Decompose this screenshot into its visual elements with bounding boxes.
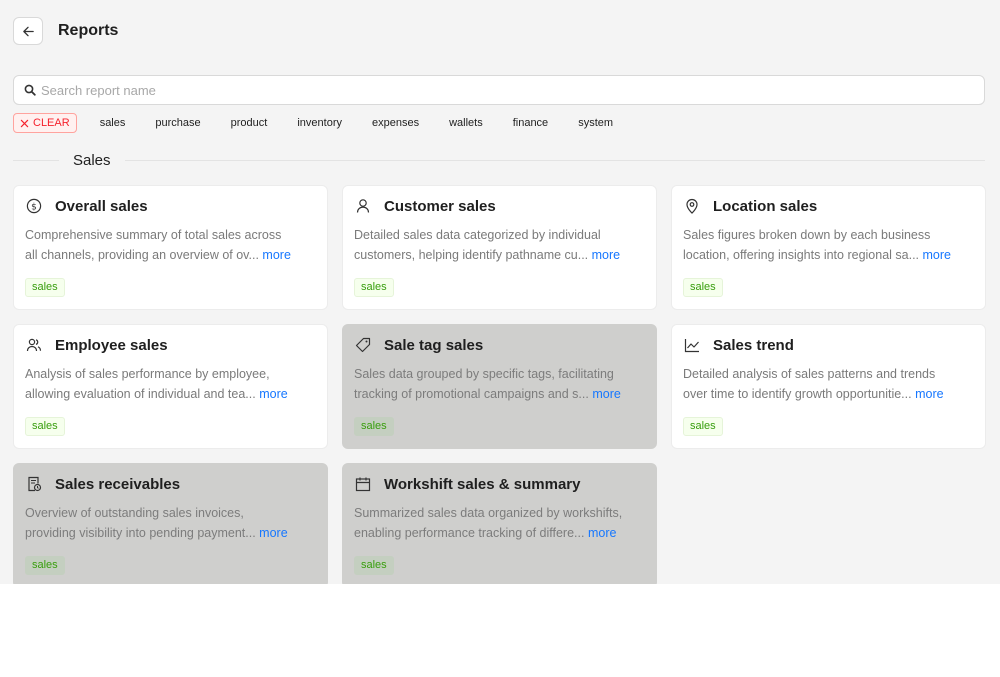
reports-page: Reports CLEAR sales purchase product inv…	[0, 0, 1000, 584]
filter-tag-finance[interactable]: finance	[513, 117, 548, 129]
more-link[interactable]: more	[915, 387, 943, 401]
card-description: Analysis of sales performance by employe…	[25, 367, 288, 401]
report-card-sales-receivables[interactable]: Sales receivables Overview of outstandin…	[13, 463, 328, 584]
more-link[interactable]: more	[259, 387, 287, 401]
dollar-circle-icon: $	[25, 197, 43, 215]
category-badge: sales	[683, 278, 723, 297]
divider-line	[124, 159, 985, 161]
page-header: Reports	[13, 17, 118, 45]
filter-tag-inventory[interactable]: inventory	[297, 117, 342, 129]
filter-tag-system[interactable]: system	[578, 117, 613, 129]
search-box[interactable]	[13, 75, 985, 105]
card-description: Detailed sales data categorized by indiv…	[354, 228, 621, 262]
category-badge: sales	[25, 278, 65, 297]
report-card-sales-trend[interactable]: Sales trend Detailed analysis of sales p…	[671, 324, 986, 449]
card-description: Summarized sales data organized by works…	[354, 506, 623, 540]
card-description: Detailed analysis of sales patterns and …	[683, 367, 944, 401]
filter-bar: CLEAR sales purchase product inventory e…	[13, 113, 613, 133]
card-title: Employee sales	[55, 336, 168, 354]
clear-label: CLEAR	[33, 117, 70, 129]
category-badge: sales	[683, 417, 723, 436]
svg-text:$: $	[31, 202, 37, 212]
more-link[interactable]: more	[262, 248, 290, 262]
card-title: Location sales	[713, 197, 818, 215]
card-title: Sale tag sales	[384, 336, 484, 354]
card-title: Customer sales	[384, 197, 496, 215]
filter-tag-wallets[interactable]: wallets	[449, 117, 483, 129]
report-card-sale-tag-sales[interactable]: Sale tag sales Sales data grouped by spe…	[342, 324, 657, 449]
back-button[interactable]	[13, 17, 43, 45]
card-title: Workshift sales & summary	[384, 475, 581, 493]
category-badge: sales	[354, 556, 394, 575]
user-icon	[354, 197, 372, 215]
page-title: Reports	[58, 22, 119, 39]
card-description: Overview of outstanding sales invoices, p…	[25, 506, 288, 540]
search-input[interactable]	[41, 82, 941, 98]
more-link[interactable]: more	[923, 248, 951, 262]
filter-tag-expenses[interactable]: expenses	[372, 117, 419, 129]
line-chart-icon	[683, 336, 701, 354]
category-badge: sales	[25, 417, 65, 436]
section-title: Sales	[73, 151, 111, 169]
card-title: Sales trend	[713, 336, 794, 354]
team-icon	[25, 336, 43, 354]
report-card-workshift-sales[interactable]: Workshift sales & summary Summarized sal…	[342, 463, 657, 584]
calendar-icon	[354, 475, 372, 493]
report-card-location-sales[interactable]: Location sales Sales figures broken down…	[671, 185, 986, 310]
report-card-customer-sales[interactable]: Customer sales Detailed sales data categ…	[342, 185, 657, 310]
search-icon	[24, 84, 36, 96]
receipt-icon	[25, 475, 43, 493]
card-description: Comprehensive summary of total sales acr…	[25, 228, 291, 262]
category-badge: sales	[25, 556, 65, 575]
more-link[interactable]: more	[592, 387, 620, 401]
clear-filters-button[interactable]: CLEAR	[13, 113, 77, 133]
tag-icon	[354, 336, 372, 354]
location-pin-icon	[683, 197, 701, 215]
card-description: Sales figures broken down by each busine…	[683, 228, 951, 262]
filter-tag-sales[interactable]: sales	[100, 117, 126, 129]
category-badge: sales	[354, 417, 394, 436]
card-title: Overall sales	[55, 197, 148, 215]
close-icon	[20, 119, 29, 127]
card-description: Sales data grouped by specific tags, fac…	[354, 367, 621, 401]
more-link[interactable]: more	[588, 526, 616, 540]
card-title: Sales receivables	[55, 475, 181, 493]
filter-tag-product[interactable]: product	[231, 117, 268, 129]
report-card-employee-sales[interactable]: Employee sales Analysis of sales perform…	[13, 324, 328, 449]
arrow-left-icon	[22, 26, 34, 36]
more-link[interactable]: more	[259, 526, 287, 540]
filter-tag-purchase[interactable]: purchase	[155, 117, 200, 129]
category-badge: sales	[354, 278, 394, 297]
report-card-overall-sales[interactable]: $ Overall sales Comprehensive summary of…	[13, 185, 328, 310]
divider-line	[13, 159, 59, 161]
section-divider: Sales	[13, 150, 985, 170]
more-link[interactable]: more	[592, 248, 620, 262]
